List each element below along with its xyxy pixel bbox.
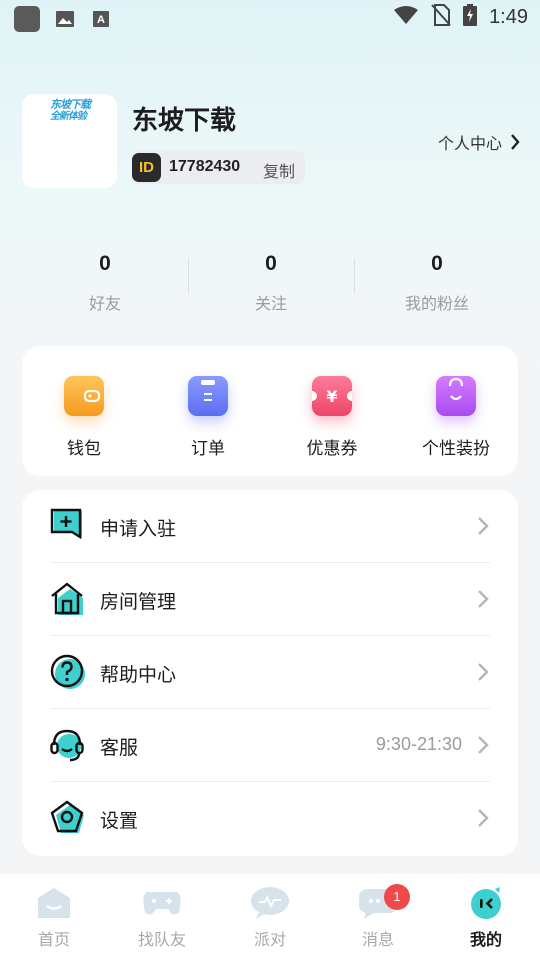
quick-dressup[interactable]: 个性装扮 [394, 346, 518, 476]
user-id-chip: ID 17782430 复制 [132, 151, 305, 184]
copy-id-button[interactable]: 复制 [263, 158, 295, 182]
chevron-right-icon [478, 736, 489, 754]
coupon-icon: ¥ [307, 376, 357, 416]
tab-label: 我的 [469, 932, 502, 949]
stat-label: 我的粉丝 [404, 296, 469, 313]
id-badge-icon: ID [132, 153, 161, 182]
wallet-icon [64, 376, 104, 416]
menu-apply-join[interactable]: 申请入驻 [50, 490, 490, 563]
settings-pentagon-icon [50, 800, 84, 833]
battery-charging-icon [463, 4, 478, 31]
gamepad-icon [142, 886, 182, 920]
chevron-right-icon [511, 134, 520, 150]
unread-badge: 1 [384, 884, 410, 910]
apply-join-icon [50, 508, 82, 540]
stats-row: 0 好友 0 关注 0 我的粉丝 [22, 244, 520, 316]
party-bubble-icon [250, 886, 290, 920]
no-sim-icon [431, 4, 451, 31]
quick-orders[interactable]: 订单 [146, 346, 270, 476]
tab-mine[interactable]: 我的 [432, 874, 540, 960]
chevron-right-icon [478, 590, 489, 608]
tab-find-teammates[interactable]: 找队友 [108, 874, 216, 960]
order-icon [188, 376, 228, 416]
menu-customer-service[interactable]: 客服 9:30-21:30 [50, 709, 490, 782]
tab-messages[interactable]: 消息 [324, 874, 432, 960]
stat-label: 好友 [88, 296, 121, 313]
menu-label: 客服 [100, 738, 139, 759]
user-name: 东坡下载 [132, 105, 237, 135]
menu-label: 房间管理 [100, 592, 177, 613]
quick-label: 订单 [191, 439, 225, 458]
tab-party[interactable]: 派对 [216, 874, 324, 960]
quick-label: 优惠券 [306, 439, 358, 458]
room-house-icon [51, 582, 83, 615]
tab-label: 找队友 [137, 932, 186, 949]
stat-value: 0 [99, 252, 111, 275]
menu-room-management[interactable]: 房间管理 [50, 563, 490, 636]
menu-help-center[interactable]: 帮助中心 [50, 636, 490, 709]
quick-label: 个性装扮 [422, 439, 490, 458]
stat-friends[interactable]: 0 好友 [22, 244, 188, 316]
quick-label: 钱包 [67, 439, 101, 458]
menu-card: 申请入驻 房间管理 帮助中心 客服 9:30-21:30 设置 [22, 490, 518, 856]
headset-icon [50, 729, 84, 762]
personal-center-link[interactable]: 个人中心 [438, 130, 520, 154]
quick-actions-card: 钱包 订单 ¥ 优惠券 个性装扮 [22, 346, 518, 476]
svg-text:A: A [97, 14, 105, 26]
user-id: 17782430 [169, 158, 241, 175]
menu-label: 申请入驻 [100, 519, 177, 540]
quick-coupons[interactable]: ¥ 优惠券 [270, 346, 394, 476]
tab-home[interactable]: 首页 [0, 874, 108, 960]
service-hours: 9:30-21:30 [375, 734, 462, 754]
menu-label: 帮助中心 [100, 665, 177, 686]
chevron-right-icon [478, 663, 489, 681]
chevron-right-icon [478, 517, 489, 535]
tab-label: 派对 [253, 932, 286, 949]
text-a-icon: A [90, 8, 112, 30]
avatar[interactable]: 东坡下载 全新体验 [22, 94, 117, 188]
stat-fans[interactable]: 0 我的粉丝 [354, 244, 520, 316]
quick-wallet[interactable]: 钱包 [22, 346, 146, 476]
image-icon [54, 8, 76, 30]
stat-following[interactable]: 0 关注 [188, 244, 354, 316]
avatar-logo-line2: 全新体验 [50, 111, 87, 122]
svg-text:¥: ¥ [326, 387, 337, 406]
personal-center-label: 个人中心 [437, 136, 502, 153]
shopping-bag-icon [436, 376, 476, 416]
stat-value: 0 [431, 252, 443, 275]
stat-value: 0 [265, 252, 277, 275]
stat-label: 关注 [254, 296, 287, 313]
clock-time: 1:49 [489, 6, 528, 28]
bottom-tab-bar: 首页 找队友 派对 消息 我的 [0, 874, 540, 960]
app-square-icon [14, 6, 40, 32]
tab-label: 首页 [37, 932, 70, 949]
menu-label: 设置 [100, 811, 139, 832]
tab-label: 消息 [361, 932, 394, 949]
wifi-icon [393, 5, 419, 30]
help-question-icon [50, 654, 85, 689]
profile-header: 东坡下载 全新体验 东坡下载 ID 17782430 复制 个人中心 [22, 94, 522, 190]
menu-settings[interactable]: 设置 [50, 782, 490, 855]
profile-face-icon [466, 886, 506, 920]
chevron-right-icon [478, 809, 489, 827]
home-icon [34, 886, 74, 920]
status-bar: A 1:49 [0, 0, 540, 36]
